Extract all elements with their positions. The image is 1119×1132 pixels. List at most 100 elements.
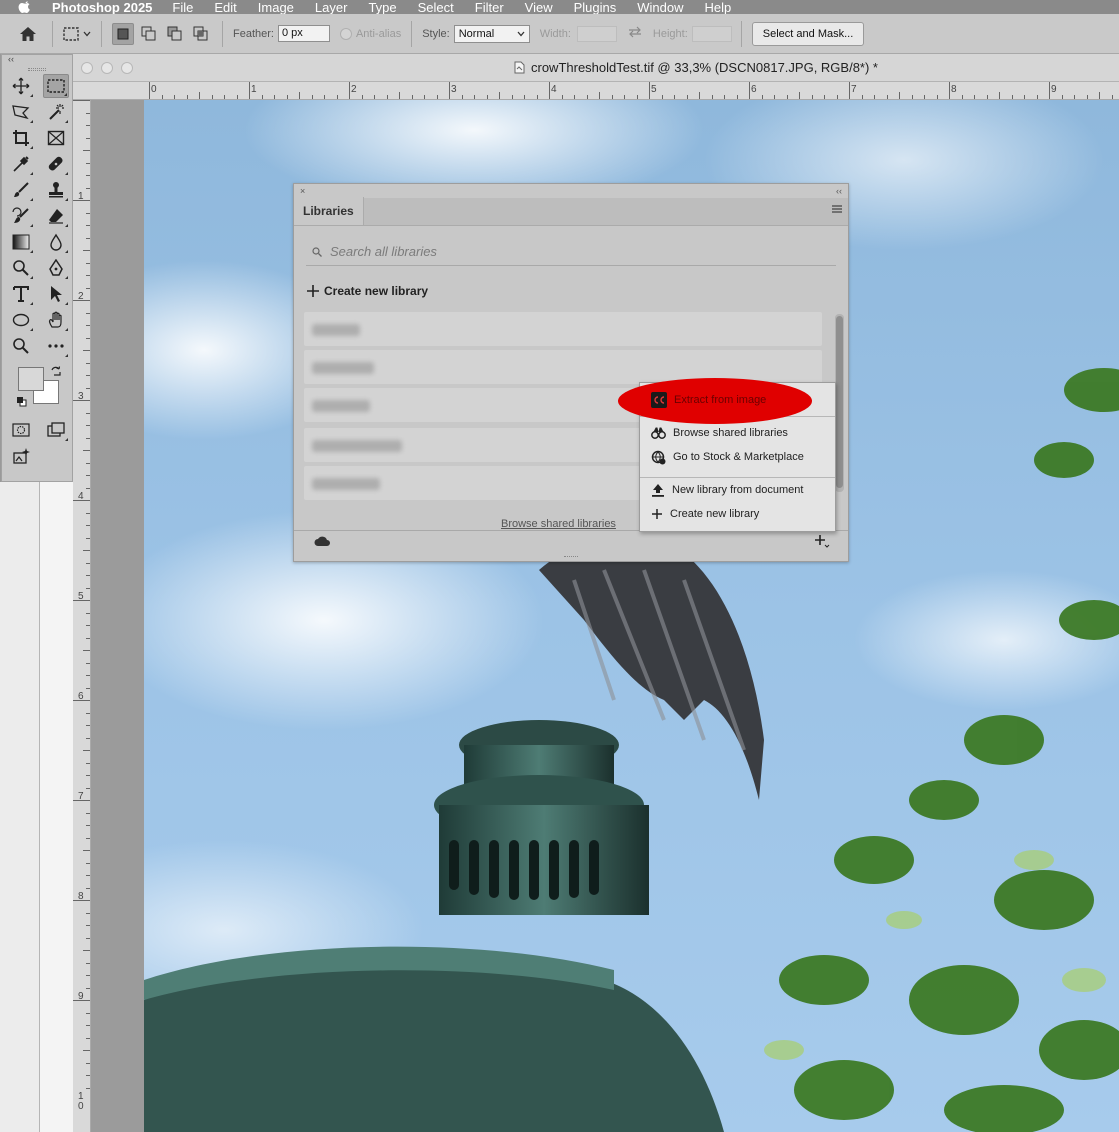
eraser-tool[interactable] — [43, 204, 69, 228]
eyedropper-tool[interactable] — [8, 152, 34, 176]
menu-filter[interactable]: Filter — [475, 0, 504, 14]
gradient-tool[interactable] — [8, 230, 34, 254]
menu-plugins[interactable]: Plugins — [574, 0, 617, 14]
antialias-checkbox[interactable] — [339, 27, 352, 40]
menu-layer[interactable]: Layer — [315, 0, 348, 14]
add-to-selection-button[interactable] — [138, 23, 160, 45]
edit-toolbar-button[interactable] — [43, 334, 69, 358]
swap-colors-icon[interactable] — [50, 365, 62, 380]
healing-brush-tool[interactable] — [43, 152, 69, 176]
magic-wand-tool[interactable] — [43, 100, 69, 124]
ruler-tick — [73, 100, 90, 101]
ruler-tick — [986, 95, 988, 99]
home-button[interactable] — [14, 20, 42, 48]
ruler-tick — [86, 387, 90, 389]
generative-fill-button[interactable] — [8, 444, 34, 468]
crop-tool[interactable] — [8, 126, 34, 150]
close-window-button[interactable] — [81, 62, 93, 74]
shape-tool[interactable] — [8, 308, 34, 332]
width-label: Width: — [539, 27, 571, 40]
library-search-input[interactable]: Search all libraries — [306, 238, 836, 266]
new-selection-button[interactable] — [112, 22, 134, 45]
menu-help[interactable]: Help — [705, 0, 732, 14]
swap-dimensions-icon[interactable] — [627, 26, 643, 41]
menu-item-create-new-library[interactable]: Create new library — [639, 503, 834, 525]
menu-item-browse-shared-libraries[interactable]: Browse shared libraries — [639, 422, 834, 444]
type-icon — [13, 286, 29, 302]
toolbar-grip[interactable] — [28, 68, 46, 71]
menu-item-new-library-from-document[interactable]: New library from document — [639, 479, 834, 501]
browse-shared-libraries-link[interactable]: Browse shared libraries — [501, 518, 616, 530]
ruler-number: 1 0 — [78, 1091, 84, 1112]
apple-logo-icon[interactable] — [18, 0, 36, 14]
zoom-tool[interactable] — [8, 334, 34, 358]
brush-tool[interactable] — [8, 178, 34, 202]
scrollbar-thumb[interactable] — [836, 316, 843, 488]
stamp-tool[interactable] — [43, 178, 69, 202]
subtract-from-selection-button[interactable] — [164, 23, 186, 45]
menu-view[interactable]: View — [525, 0, 553, 14]
panel-titlebar[interactable]: × ‹‹ — [294, 184, 848, 198]
marquee-tool[interactable] — [43, 74, 69, 98]
move-tool[interactable] — [8, 74, 34, 98]
select-and-mask-button[interactable]: Select and Mask... — [751, 21, 865, 46]
height-input[interactable] — [691, 25, 732, 42]
app-name-menu[interactable]: Photoshop 2025 — [52, 0, 152, 14]
library-list-scrollbar[interactable] — [835, 314, 844, 492]
menu-file[interactable]: File — [172, 0, 193, 14]
panel-resize-handle[interactable] — [564, 556, 578, 558]
screen-mode-button[interactable] — [43, 418, 69, 442]
ruler-tick — [1074, 95, 1075, 99]
collapse-toolbar-icon[interactable]: ‹‹ — [8, 55, 14, 64]
close-panel-icon[interactable]: × — [300, 186, 305, 196]
zoom-window-button[interactable] — [121, 62, 133, 74]
ruler-tick — [86, 1025, 90, 1026]
library-item[interactable] — [304, 312, 822, 346]
horizontal-ruler[interactable]: 0 1 2 3 4 5 6 7 8 9 — [73, 82, 1119, 100]
create-new-library-button[interactable]: Create new library — [307, 284, 428, 298]
foreground-color-swatch[interactable] — [18, 367, 44, 391]
lasso-tool[interactable] — [8, 100, 34, 124]
panel-menu-button[interactable] — [832, 202, 842, 216]
collapse-panel-icon[interactable]: ‹‹ — [836, 186, 842, 196]
dodge-icon — [13, 260, 29, 276]
menu-image[interactable]: Image — [258, 0, 294, 14]
blurred-library-name — [312, 478, 380, 490]
ruler-tick — [86, 1037, 90, 1039]
ruler-tick — [211, 95, 213, 99]
separator — [222, 20, 223, 47]
ruler-tick — [1036, 95, 1038, 99]
default-colors-icon[interactable] — [16, 396, 27, 410]
tab-libraries[interactable]: Libraries — [294, 197, 364, 225]
ruler-tick — [299, 92, 300, 99]
dodge-tool[interactable] — [8, 256, 34, 280]
tool-preset-picker[interactable] — [63, 26, 91, 41]
path-selection-tool[interactable] — [43, 282, 69, 306]
smudge-tool[interactable] — [43, 230, 69, 254]
ruler-tick — [624, 95, 625, 99]
menu-window[interactable]: Window — [637, 0, 683, 14]
menu-item-extract-from-image[interactable]: Extract from image — [639, 389, 834, 411]
ruler-tick — [161, 95, 163, 99]
history-brush-tool[interactable] — [8, 204, 34, 228]
ellipse-icon — [12, 313, 30, 327]
menu-edit[interactable]: Edit — [214, 0, 236, 14]
frame-tool[interactable] — [43, 126, 69, 150]
add-content-button[interactable] — [814, 534, 830, 551]
intersect-selection-button[interactable] — [190, 23, 212, 45]
menu-item-go-to-stock[interactable]: Go to Stock & Marketplace — [639, 446, 834, 468]
minimize-window-button[interactable] — [101, 62, 113, 74]
style-select[interactable]: Normal — [453, 24, 530, 43]
width-input[interactable] — [576, 25, 617, 42]
type-tool[interactable] — [8, 282, 34, 306]
pen-tool[interactable] — [43, 256, 69, 280]
feather-input[interactable]: 0 px — [277, 25, 330, 42]
ruler-tick — [499, 92, 500, 99]
quick-mask-button[interactable] — [8, 418, 34, 442]
creative-cloud-sync-icon[interactable] — [314, 536, 330, 550]
menu-select[interactable]: Select — [418, 0, 454, 14]
ruler-tick — [811, 95, 813, 99]
menu-type[interactable]: Type — [368, 0, 396, 14]
vertical-ruler[interactable]: 1234567891 0 — [73, 100, 91, 1132]
hand-tool[interactable] — [43, 308, 69, 332]
